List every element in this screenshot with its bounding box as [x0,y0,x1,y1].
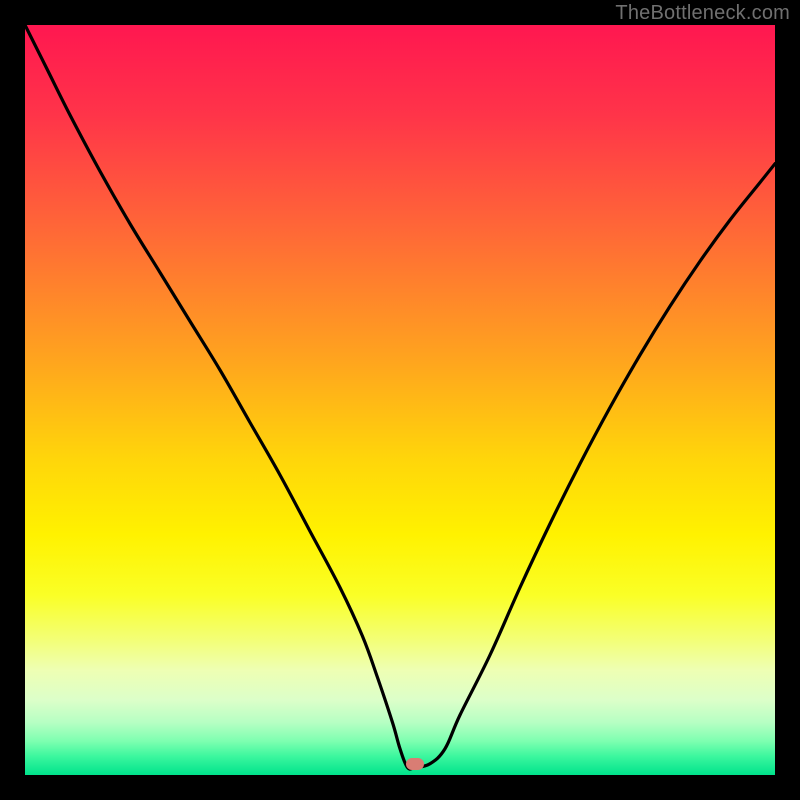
optimal-point-marker [406,758,424,770]
plot-area [25,25,775,775]
chart-stage: TheBottleneck.com [0,0,800,800]
bottleneck-curve [25,25,775,775]
watermark-label: TheBottleneck.com [615,2,790,25]
